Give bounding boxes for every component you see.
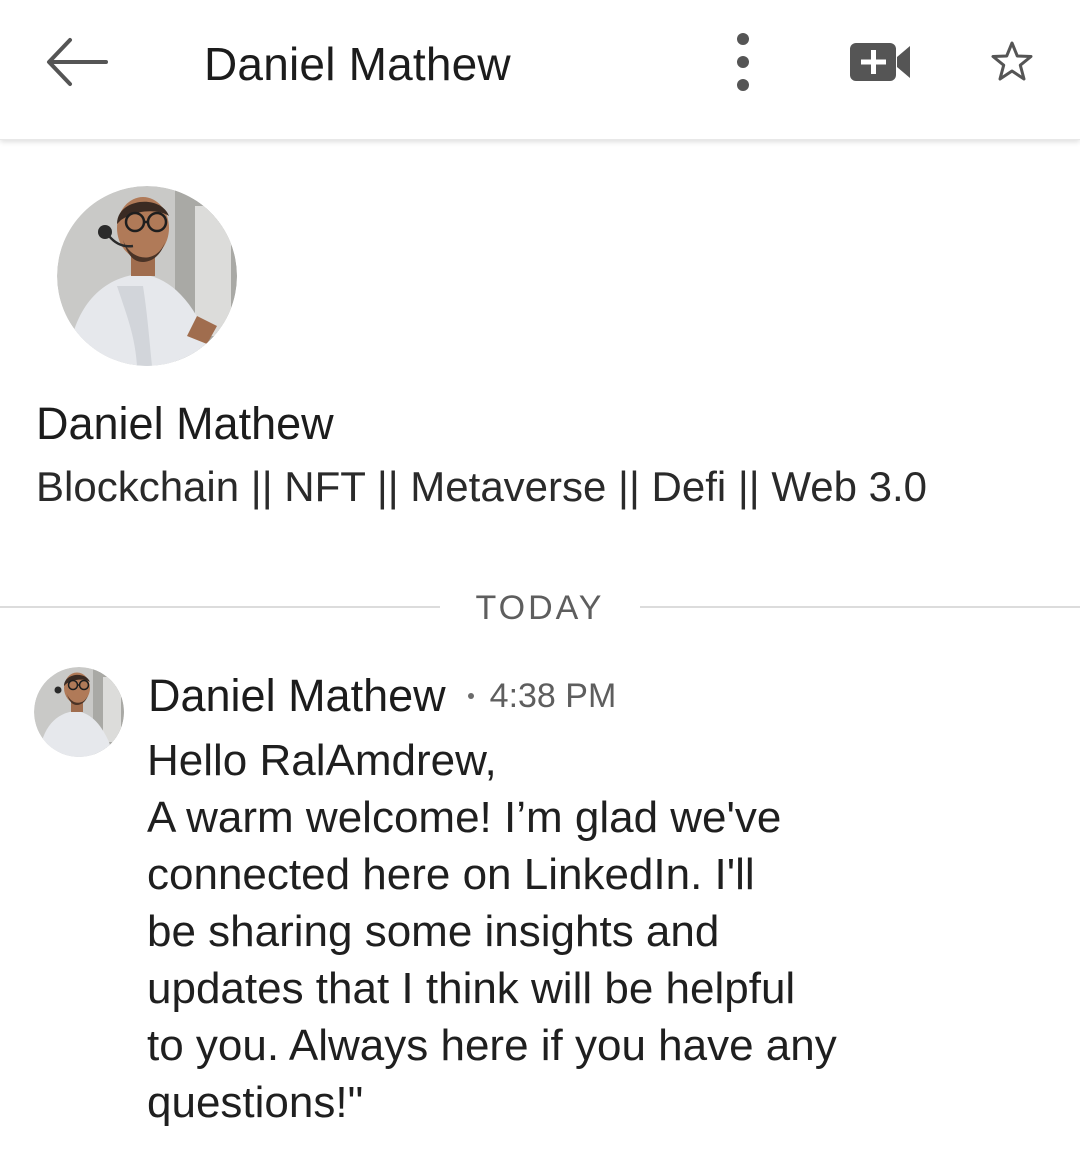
message-body[interactable]: Hello RalAmdrew, A warm welcome! I’m gla… — [147, 732, 1027, 1131]
message-line: questions!" — [147, 1078, 364, 1127]
more-options-button[interactable] — [712, 28, 772, 112]
separator-dot — [467, 693, 474, 699]
video-call-button[interactable] — [840, 28, 920, 112]
video-call-add-icon — [850, 43, 910, 81]
date-divider-label: TODAY — [475, 589, 605, 627]
more-vertical-icon — [737, 33, 749, 91]
conversation-title[interactable]: Daniel Mathew — [204, 36, 511, 92]
profile-headline: Blockchain || NFT || Metaverse || Defi |… — [36, 463, 928, 510]
message-header: Daniel Mathew 4:38 PM — [148, 668, 616, 728]
sender-avatar-image — [34, 667, 124, 757]
back-button[interactable] — [36, 28, 120, 112]
profile-avatar-image — [57, 186, 237, 366]
message-line: A warm welcome! I’m glad we've — [147, 793, 782, 842]
message-line: updates that I think will be helpful — [147, 964, 796, 1013]
message-sender-name[interactable]: Daniel Mathew — [148, 668, 446, 724]
back-arrow-icon — [47, 38, 108, 86]
messaging-thread-screen: Daniel Mathew Daniel Mathew Blockchain |… — [0, 0, 1080, 1157]
message-line: connected here on LinkedIn. I'll — [147, 850, 755, 899]
date-divider-line-left — [0, 606, 440, 608]
message-line: be sharing some insights and — [147, 907, 720, 956]
message-line: to you. Always here if you have any — [147, 1021, 837, 1070]
message-sender-avatar[interactable] — [34, 667, 124, 757]
date-divider-line-right — [640, 606, 1080, 608]
profile-name[interactable]: Daniel Mathew — [36, 396, 334, 452]
profile-photo[interactable] — [57, 186, 237, 366]
message-timestamp: 4:38 PM — [489, 677, 617, 715]
message-line: Hello RalAmdrew, — [147, 736, 497, 785]
star-outline-icon — [991, 41, 1033, 81]
top-app-bar: Daniel Mathew — [0, 0, 1080, 140]
star-conversation-button[interactable] — [980, 28, 1044, 112]
